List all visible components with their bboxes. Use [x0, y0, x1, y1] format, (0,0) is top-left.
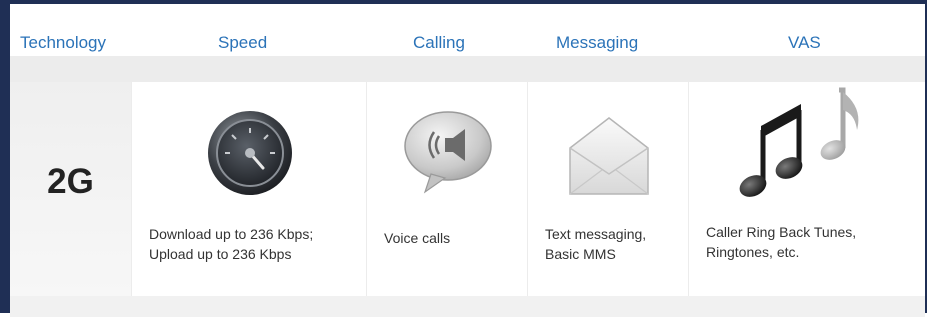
header-technology: Technology: [20, 32, 107, 52]
music-notes-icon: [739, 87, 859, 197]
vas-text-line2: Ringtones, etc.: [706, 244, 800, 260]
speaker-bubble-icon: [404, 111, 492, 194]
speed-description: Download up to 236 Kbps; Upload up to 23…: [149, 224, 359, 264]
vas-description: Caller Ring Back Tunes, Ringtones, etc.: [706, 222, 916, 262]
table-frame: Technology Speed Calling Messaging VAS 2…: [0, 0, 927, 317]
header-messaging: Messaging: [556, 32, 639, 52]
messaging-cell: Text messaging, Basic MMS: [527, 82, 689, 296]
header-speed: Speed: [218, 32, 268, 52]
speed-cell: Download up to 236 Kbps; Upload up to 23…: [131, 82, 367, 296]
vas-text-line1: Caller Ring Back Tunes,: [706, 224, 857, 240]
technology-label: 2G: [47, 162, 94, 201]
footer-band: [10, 296, 925, 317]
envelope-icon: [569, 117, 649, 195]
header-separator-band: [10, 56, 925, 82]
speed-upload-text: Upload up to 236 Kbps: [149, 246, 292, 262]
table-row: 2G Download up to 236 Kbps; Upload up to…: [10, 82, 925, 296]
header-calling: Calling: [413, 32, 465, 52]
technology-cell: 2G: [10, 82, 131, 296]
table-header: Technology Speed Calling Messaging VAS: [10, 4, 925, 57]
vas-cell: Caller Ring Back Tunes, Ringtones, etc.: [688, 82, 926, 296]
speedometer-icon: [208, 111, 292, 195]
header-vas: VAS: [788, 32, 821, 52]
speed-download-text: Download up to 236 Kbps;: [149, 226, 314, 242]
calling-cell: Voice calls: [366, 82, 528, 296]
